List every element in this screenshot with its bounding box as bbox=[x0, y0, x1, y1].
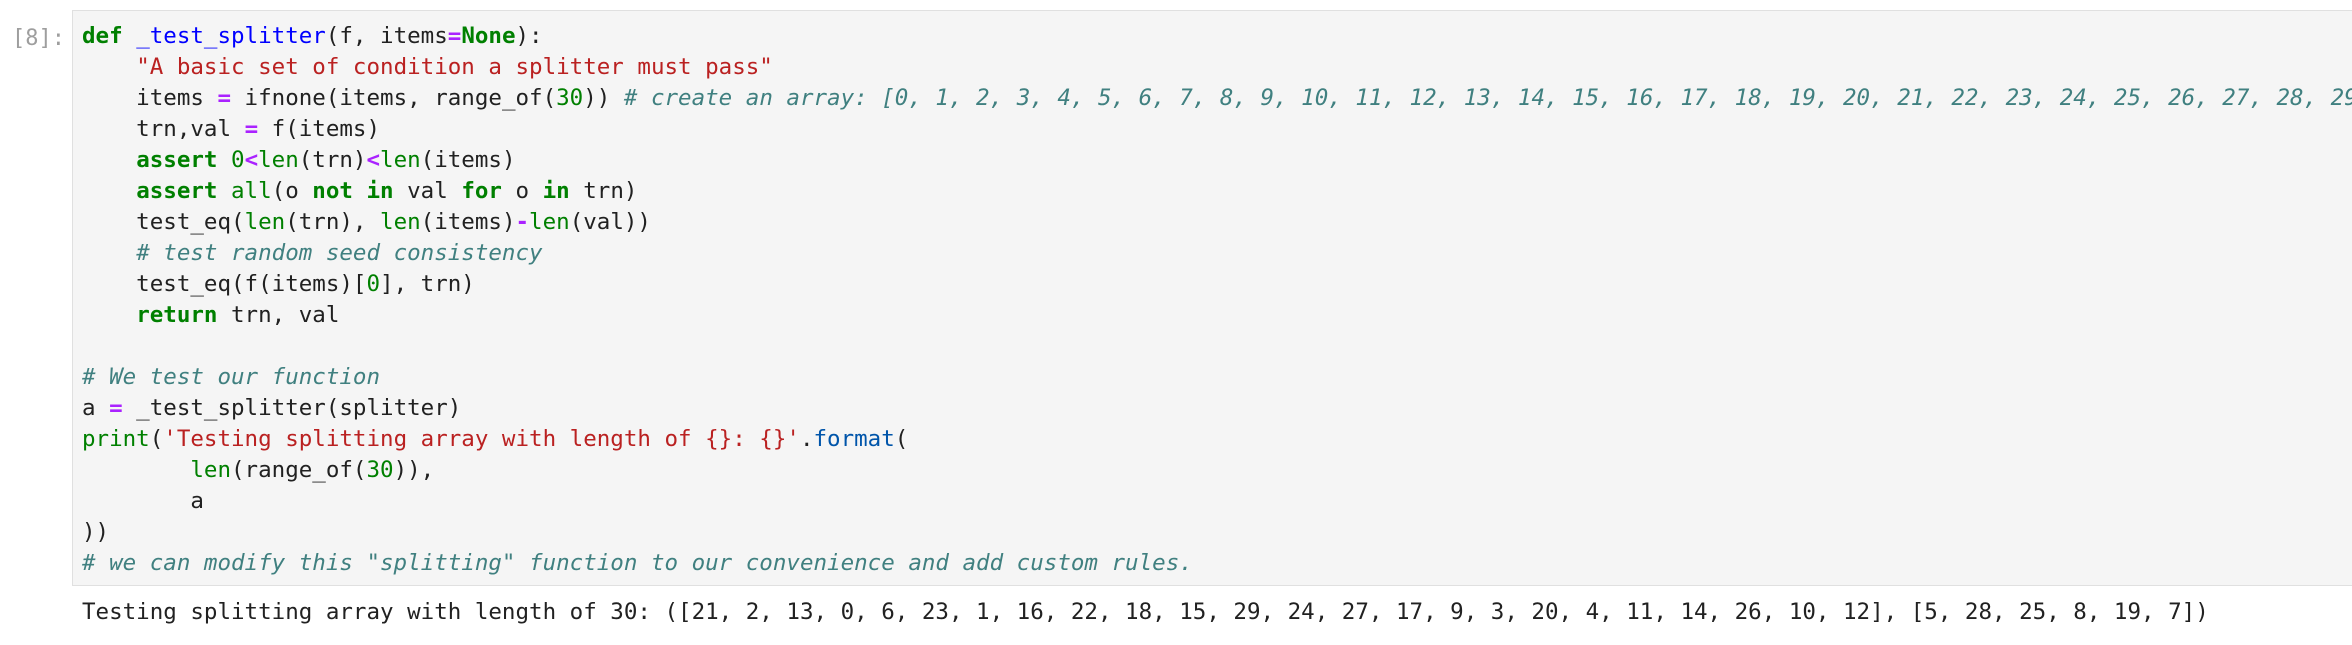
code-token: = bbox=[447, 23, 462, 49]
code-line: a = _test_splitter(splitter) bbox=[82, 393, 2352, 424]
code-line: test_eq(f(items)[0], trn) bbox=[82, 269, 2352, 300]
code-token: o bbox=[501, 178, 543, 204]
code-token: ], trn) bbox=[380, 271, 475, 297]
code-line: test_eq(len(trn), len(items)-len(val)) bbox=[82, 207, 2352, 238]
code-token: # we can modify this "splitting" functio… bbox=[82, 550, 1193, 576]
code-token: (trn) bbox=[298, 147, 367, 173]
code-token: f(items) bbox=[258, 116, 381, 142]
code-line: # We test our function bbox=[82, 362, 2352, 393]
code-token: )) bbox=[583, 85, 624, 111]
code-line: len(range_of(30)), bbox=[82, 455, 2352, 486]
code-line: assert all(o not in val for o in trn) bbox=[82, 176, 2352, 207]
code-token: len bbox=[244, 209, 286, 235]
code-line: )) bbox=[82, 517, 2352, 548]
code-token: )), bbox=[393, 457, 435, 483]
code-token: trn) bbox=[569, 178, 638, 204]
code-token: < bbox=[366, 147, 381, 173]
code-token: ( bbox=[894, 426, 909, 452]
code-token: # We test our function bbox=[82, 364, 381, 390]
code-token: test_eq( bbox=[82, 209, 245, 235]
code-token: format bbox=[813, 426, 895, 452]
code-line: assert 0<len(trn)<len(items) bbox=[82, 145, 2352, 176]
code-token: all bbox=[231, 178, 272, 204]
code-token: return bbox=[136, 302, 218, 328]
code-token: trn,val bbox=[82, 116, 245, 142]
code-token: . bbox=[799, 426, 814, 452]
code-token: test_eq(f(items)[ bbox=[82, 271, 367, 297]
code-token: (range_of( bbox=[231, 457, 367, 483]
code-token: 30 bbox=[366, 457, 394, 483]
code-token: _test_splitter bbox=[136, 23, 326, 49]
code-token: len bbox=[190, 457, 232, 483]
code-token: - bbox=[515, 209, 530, 235]
code-token: ifnone(items, range_of( bbox=[231, 85, 557, 111]
code-token: len bbox=[529, 209, 570, 235]
code-token: a bbox=[82, 395, 110, 421]
code-token: (f, items bbox=[325, 23, 448, 49]
code-token: val bbox=[393, 178, 462, 204]
code-line: def _test_splitter(f, items=None): bbox=[82, 21, 2352, 52]
code-token: (trn), bbox=[285, 209, 381, 235]
code-token: = bbox=[217, 85, 232, 111]
code-token: in bbox=[542, 178, 570, 204]
code-token: not bbox=[312, 178, 353, 204]
code-line: print('Testing splitting array with leng… bbox=[82, 424, 2352, 455]
code-token: 30 bbox=[556, 85, 584, 111]
code-token: (val)) bbox=[569, 209, 651, 235]
code-line: trn,val = f(items) bbox=[82, 114, 2352, 145]
code-token: def bbox=[82, 23, 123, 49]
code-token: (o bbox=[271, 178, 313, 204]
code-token: a bbox=[82, 488, 204, 514]
code-token: assert bbox=[136, 178, 218, 204]
code-token: < bbox=[244, 147, 259, 173]
code-token: = bbox=[244, 116, 259, 142]
code-line: "A basic set of condition a splitter mus… bbox=[82, 52, 2352, 83]
cell-output: Testing splitting array with length of 3… bbox=[82, 599, 2209, 625]
code-token: "A basic set of condition a splitter mus… bbox=[136, 54, 773, 80]
code-token: len bbox=[380, 209, 421, 235]
code-line: a bbox=[82, 486, 2352, 517]
code-token: items bbox=[82, 85, 218, 111]
code-token: = bbox=[109, 395, 123, 421]
code-token: ): bbox=[515, 23, 543, 49]
code-editor[interactable]: def _test_splitter(f, items=None): "A ba… bbox=[82, 21, 2352, 579]
code-token: len bbox=[380, 147, 421, 173]
code-token: ( bbox=[149, 426, 164, 452]
code-token: None bbox=[461, 23, 516, 49]
code-token: assert bbox=[136, 147, 218, 173]
code-token: _test_splitter(splitter) bbox=[122, 395, 462, 421]
code-token: len bbox=[258, 147, 299, 173]
code-line: # we can modify this "splitting" functio… bbox=[82, 548, 2352, 579]
code-token: 0 bbox=[231, 147, 245, 173]
code-token: # create an array: [0, 1, 2, 3, 4, 5, 6,… bbox=[623, 85, 2352, 111]
code-token: )) bbox=[82, 519, 110, 545]
execution-count-prompt: [8]: bbox=[12, 26, 65, 51]
code-token: trn, val bbox=[217, 302, 340, 328]
code-token: 'Testing splitting array with length of … bbox=[163, 426, 800, 452]
code-token: 0 bbox=[366, 271, 381, 297]
code-line: # test random seed consistency bbox=[82, 238, 2352, 269]
code-token: in bbox=[366, 178, 394, 204]
code-token: (items) bbox=[420, 147, 516, 173]
code-line: items = ifnone(items, range_of(30)) # cr… bbox=[82, 83, 2352, 114]
code-token: print bbox=[82, 426, 150, 452]
code-line: return trn, val bbox=[82, 300, 2352, 331]
code-token: (items) bbox=[420, 209, 516, 235]
code-token: for bbox=[461, 178, 502, 204]
code-token: # test random seed consistency bbox=[136, 240, 543, 266]
